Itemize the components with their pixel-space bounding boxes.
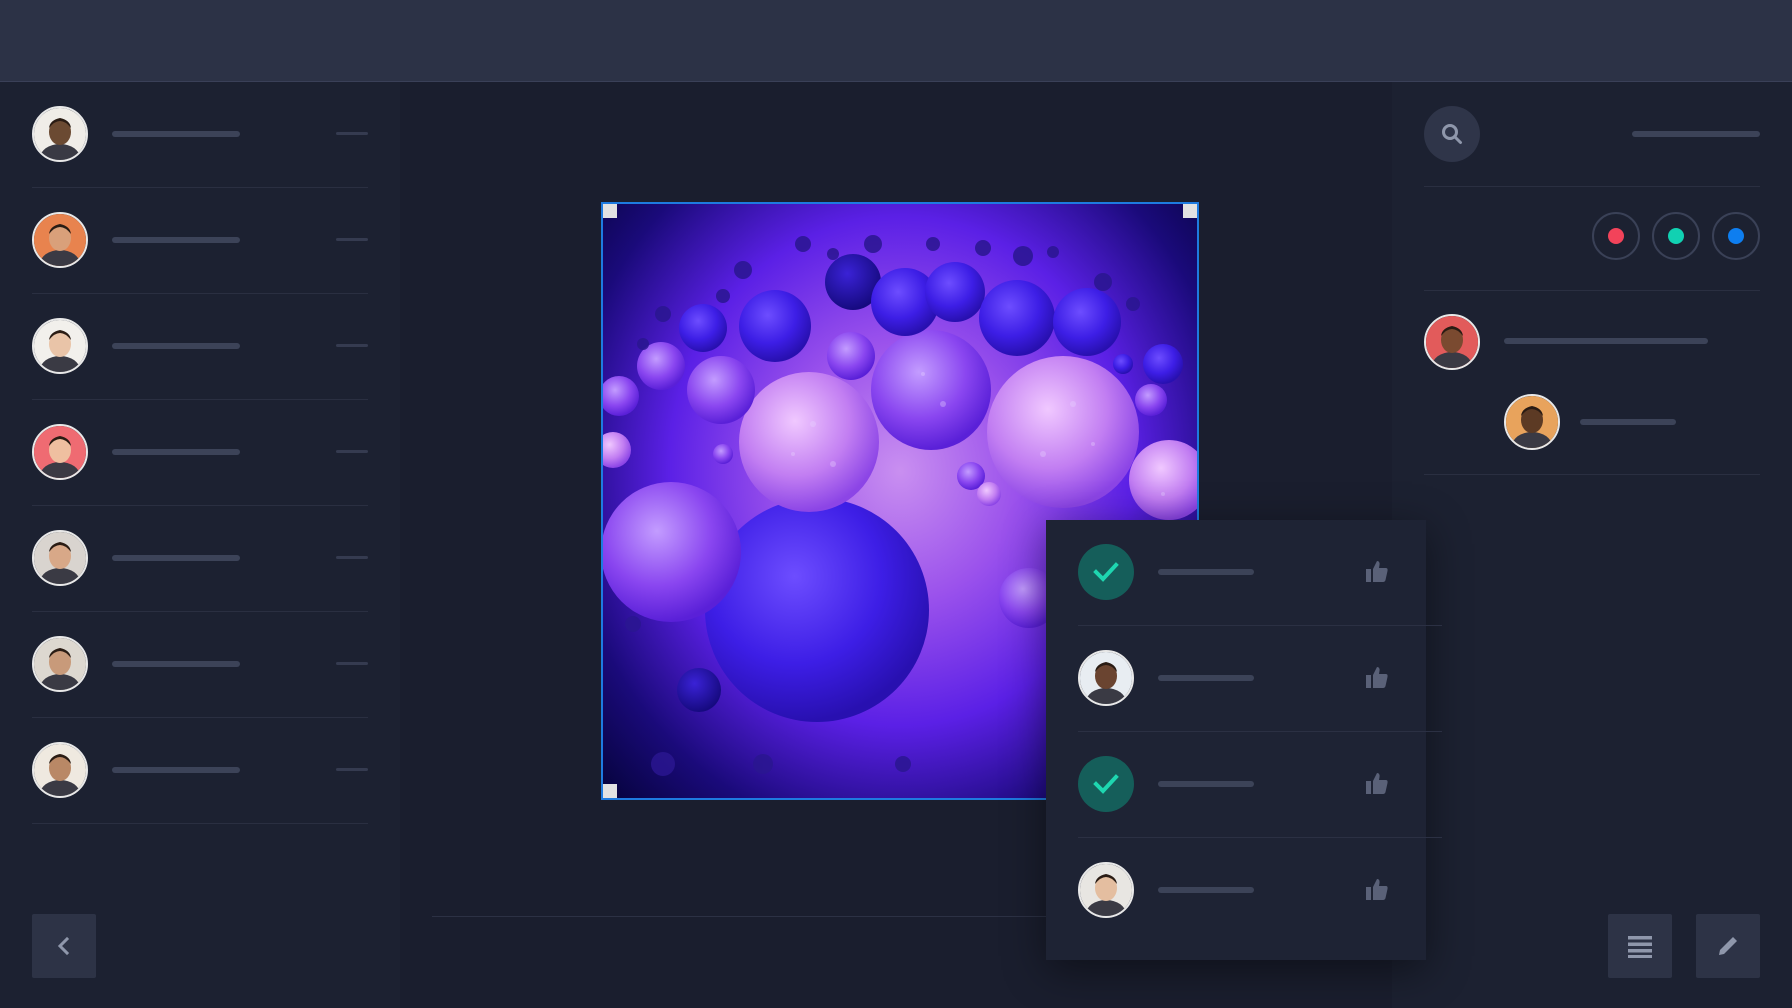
contact-meta-placeholder: [336, 662, 368, 665]
pencil-icon: [1719, 937, 1737, 955]
color-dot-blue: [1728, 228, 1744, 244]
contact-meta-placeholder: [336, 450, 368, 453]
avatar-person-5: [32, 530, 88, 586]
like-button[interactable]: [1364, 558, 1392, 586]
chevron-left-icon: [57, 936, 70, 956]
avatar-commenter-1[interactable]: [1424, 314, 1480, 370]
avatar-reviewer-1: [1078, 650, 1134, 706]
contact-item[interactable]: [32, 294, 368, 400]
divider: [1424, 474, 1760, 475]
reaction-row[interactable]: [1078, 626, 1442, 732]
avatar-person-2: [32, 212, 88, 268]
contact-item[interactable]: [32, 612, 368, 718]
contact-meta-placeholder: [336, 556, 368, 559]
reaction-text-placeholder: [1158, 569, 1254, 575]
reaction-text-placeholder: [1158, 887, 1254, 893]
edit-button[interactable]: [1696, 914, 1760, 978]
contact-item[interactable]: [32, 82, 368, 188]
divider: [1424, 290, 1760, 291]
contact-name-placeholder: [112, 449, 240, 455]
contact-item[interactable]: [32, 400, 368, 506]
contact-meta-placeholder: [336, 768, 368, 771]
search-icon: [1442, 124, 1462, 144]
contact-name-placeholder: [112, 237, 240, 243]
avatar-person-4: [32, 424, 88, 480]
like-button[interactable]: [1364, 876, 1392, 904]
avatar-person-3: [32, 318, 88, 374]
contact-meta-placeholder: [336, 238, 368, 241]
list-icon: [1628, 936, 1652, 958]
comment-text-placeholder: [1504, 338, 1708, 344]
resize-handle-top-left[interactable]: [603, 204, 617, 218]
reaction-row[interactable]: [1078, 732, 1442, 838]
like-button[interactable]: [1364, 770, 1392, 798]
avatar-commenter-2[interactable]: [1504, 394, 1560, 450]
thumbs-up-icon: [1366, 773, 1388, 794]
contact-name-placeholder: [112, 555, 240, 561]
list-view-button[interactable]: [1608, 914, 1672, 978]
contact-item[interactable]: [32, 188, 368, 294]
color-dot-red: [1608, 228, 1624, 244]
check-icon: [1093, 774, 1119, 794]
contact-name-placeholder: [112, 767, 240, 773]
thumbs-up-icon: [1366, 561, 1388, 582]
reaction-row[interactable]: [1078, 838, 1394, 944]
contact-name-placeholder: [112, 131, 240, 137]
reactions-popup: [1046, 520, 1442, 960]
contacts-sidebar: [0, 82, 400, 1008]
avatar-person-7: [32, 742, 88, 798]
header-text-placeholder: [1632, 131, 1760, 137]
contact-item[interactable]: [32, 506, 368, 612]
top-bar: [0, 0, 1792, 82]
reaction-row[interactable]: [1078, 520, 1442, 626]
reaction-text-placeholder: [1158, 675, 1254, 681]
resize-handle-top-right[interactable]: [1183, 204, 1197, 218]
check-icon: [1093, 562, 1119, 582]
color-swatch-teal[interactable]: [1652, 212, 1700, 260]
thumbs-up-icon: [1366, 667, 1388, 688]
contact-item[interactable]: [32, 718, 368, 824]
contact-meta-placeholder: [336, 132, 368, 135]
approved-badge: [1078, 756, 1134, 812]
divider: [1424, 186, 1760, 187]
contact-name-placeholder: [112, 343, 240, 349]
color-dot-teal: [1668, 228, 1684, 244]
back-button[interactable]: [32, 914, 96, 978]
avatar-person-6: [32, 636, 88, 692]
color-swatch-blue[interactable]: [1712, 212, 1760, 260]
contact-name-placeholder: [112, 661, 240, 667]
reaction-text-placeholder: [1158, 781, 1254, 787]
avatar-person-1: [32, 106, 88, 162]
search-button[interactable]: [1424, 106, 1480, 162]
color-swatch-red[interactable]: [1592, 212, 1640, 260]
details-panel: [1392, 82, 1792, 1008]
approved-badge: [1078, 544, 1134, 600]
reply-text-placeholder: [1580, 419, 1676, 425]
avatar-reviewer-2: [1078, 862, 1134, 918]
thumbs-up-icon: [1366, 879, 1388, 900]
resize-handle-bottom-left[interactable]: [603, 784, 617, 798]
contact-meta-placeholder: [336, 344, 368, 347]
like-button[interactable]: [1364, 664, 1392, 692]
